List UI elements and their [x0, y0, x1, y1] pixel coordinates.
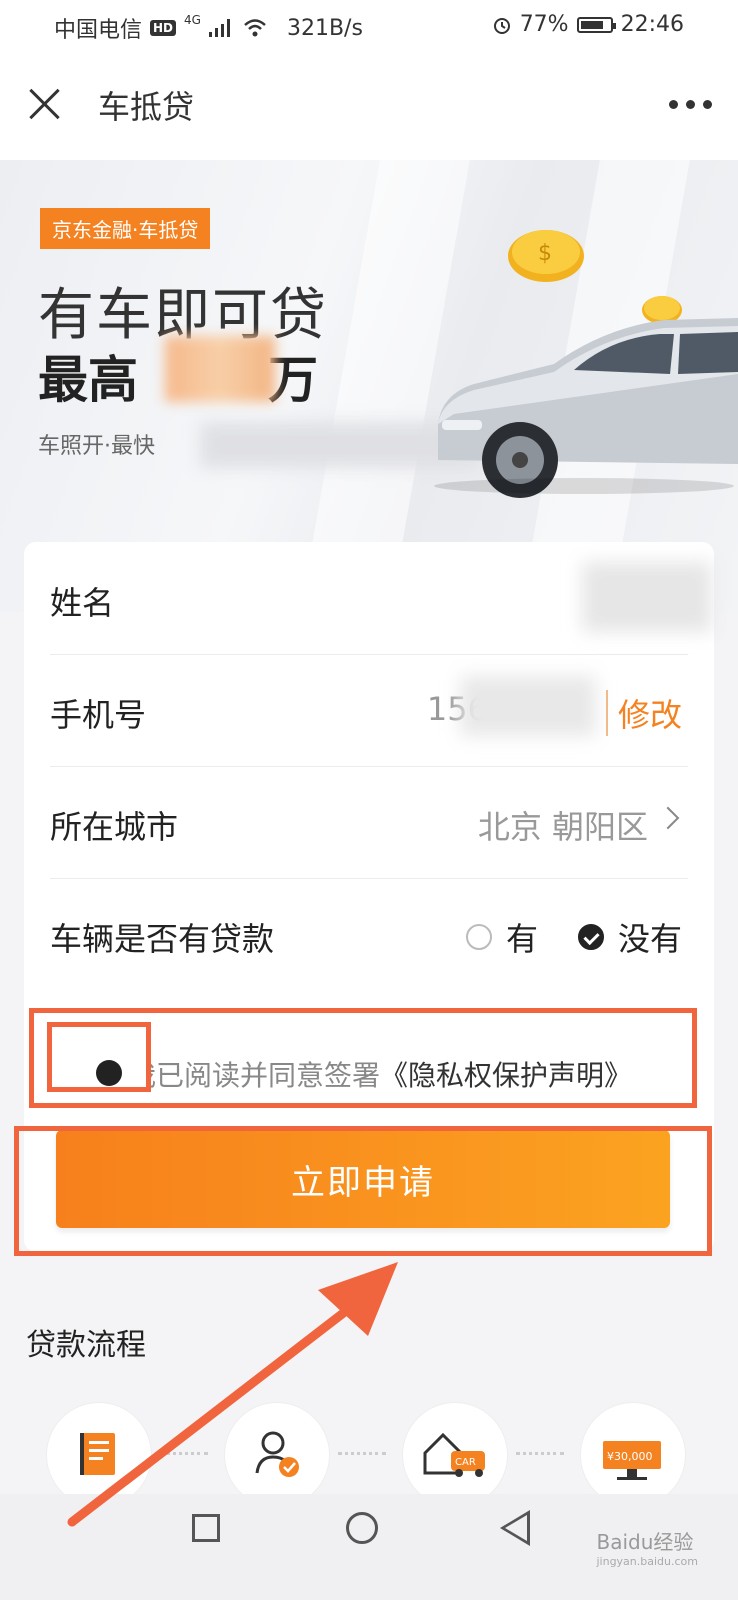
clock: 22:46	[620, 12, 684, 37]
home-icon[interactable]	[346, 1512, 378, 1544]
recent-apps-icon[interactable]	[192, 1514, 220, 1542]
radio-no-label[interactable]: 没有	[618, 914, 682, 960]
step-disburse: ¥30,000	[580, 1402, 686, 1508]
annotation-box-button	[14, 1126, 712, 1256]
car-tag: CAR	[455, 1457, 476, 1468]
city-value: 北京 朝阳区	[477, 808, 648, 846]
watermark-sub: jingyan.baidu.com	[596, 1555, 698, 1568]
car-illustration: $	[434, 230, 738, 498]
redacted-phone	[460, 676, 596, 736]
banner-subline: 车照开·最快	[38, 434, 155, 459]
brand-badge: 京东金融·车抵贷	[40, 208, 211, 249]
page-title: 车抵贷	[98, 88, 195, 126]
network-label: 4G	[184, 13, 201, 27]
redacted-name	[582, 562, 712, 632]
hd-icon: HD	[150, 20, 177, 36]
close-icon[interactable]	[26, 86, 62, 122]
svg-text:$: $	[538, 241, 552, 266]
loan-status-row: 车辆是否有贷款 有 没有	[50, 878, 688, 990]
radio-no[interactable]	[577, 924, 604, 950]
radio-yes-label[interactable]: 有	[506, 914, 538, 960]
phone-label: 手机号	[50, 696, 147, 734]
cash-screen-icon: ¥30,000	[603, 1441, 661, 1480]
back-icon[interactable]	[500, 1510, 530, 1546]
top-bar: 车抵贷	[0, 52, 738, 160]
wifi-icon	[244, 19, 266, 37]
network-speed: 321B/s	[286, 15, 363, 41]
step-apply	[46, 1402, 152, 1508]
step-evaluate: CAR	[402, 1402, 508, 1508]
signal-icon	[208, 19, 235, 37]
document-icon	[80, 1433, 115, 1475]
status-bar: 中国电信 HD 4G 321B/s 77% 22:46	[0, 0, 738, 52]
watermark-text: Baidu经验	[596, 1530, 694, 1554]
city-row[interactable]: 所在城市 北京 朝阳区	[50, 766, 688, 879]
cash-amount: ¥30,000	[607, 1450, 653, 1463]
name-label: 姓名	[50, 584, 115, 622]
phone-edit-link[interactable]: 修改	[605, 690, 682, 736]
watermark: Baidu经验 jingyan.baidu.com	[596, 1526, 698, 1568]
redacted-amount	[165, 336, 275, 402]
amount-prefix: 最高	[38, 351, 138, 409]
step-verify	[224, 1402, 330, 1508]
battery-icon	[576, 16, 616, 33]
alarm-icon	[493, 17, 510, 34]
more-icon[interactable]	[669, 100, 712, 109]
chevron-right-icon	[656, 806, 680, 830]
step-connector	[160, 1452, 208, 1455]
city-label: 所在城市	[50, 808, 179, 846]
person-verified-icon	[255, 1431, 299, 1477]
step-connector	[516, 1452, 564, 1455]
loan-form: 姓名 手机号 156 修改 所在城市 北京 朝阳区 车辆是否有贷款 有 没有	[24, 542, 714, 1002]
phone-row: 手机号 156 修改	[50, 654, 688, 767]
radio-yes[interactable]	[465, 924, 492, 950]
step-connector	[338, 1452, 386, 1455]
battery-percent: 77%	[519, 12, 569, 37]
amount-unit: 万	[268, 351, 318, 409]
carrier-label: 中国电信	[54, 18, 143, 43]
process-title: 贷款流程	[26, 1328, 146, 1363]
name-row[interactable]: 姓名	[50, 542, 712, 655]
checkbox-highlight-icon	[96, 1060, 122, 1086]
loan-label: 车辆是否有贷款	[50, 920, 275, 958]
house-car-icon: CAR	[423, 1432, 485, 1477]
